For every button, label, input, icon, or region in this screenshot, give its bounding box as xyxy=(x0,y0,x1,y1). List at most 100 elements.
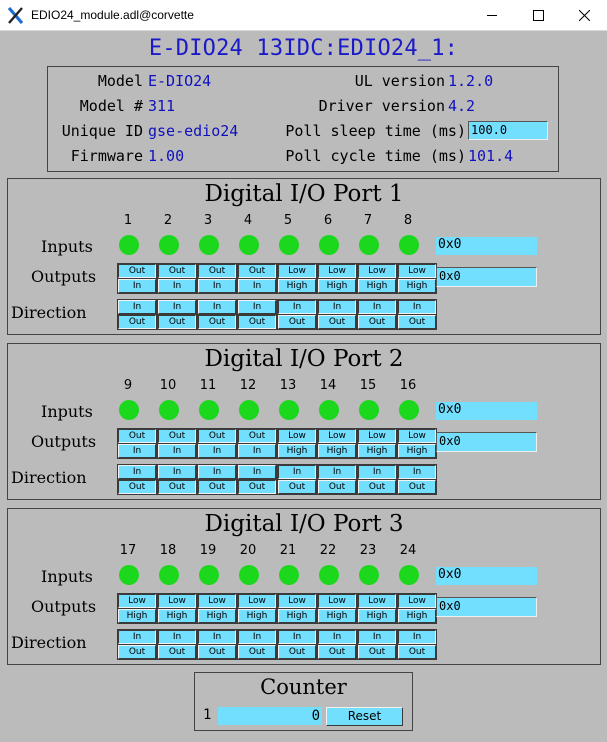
direction-option-button[interactable]: In xyxy=(118,465,156,479)
output-option-button[interactable]: Low xyxy=(278,594,316,608)
output-option-button[interactable]: High xyxy=(278,609,316,623)
output-option-button[interactable]: Low xyxy=(398,594,436,608)
output-option-button[interactable]: High xyxy=(358,609,396,623)
output-option-button[interactable]: High xyxy=(118,609,156,623)
direction-option-button[interactable]: Out xyxy=(158,645,196,659)
output-option-button[interactable]: High xyxy=(358,444,396,458)
output-option-button[interactable]: Low xyxy=(278,264,316,278)
direction-option-button[interactable]: Out xyxy=(238,645,276,659)
direction-option-button[interactable]: Out xyxy=(118,480,156,494)
direction-option-button[interactable]: In xyxy=(238,630,276,644)
output-option-button[interactable]: Out xyxy=(198,429,236,443)
output-option-button[interactable]: Out xyxy=(158,429,196,443)
direction-option-button[interactable]: Out xyxy=(198,480,236,494)
output-option-button[interactable]: In xyxy=(198,444,236,458)
direction-option-button[interactable]: In xyxy=(358,300,396,314)
output-option-button[interactable]: High xyxy=(278,444,316,458)
output-option-button[interactable]: Low xyxy=(198,594,236,608)
output-option-button[interactable]: High xyxy=(318,609,356,623)
direction-option-button[interactable]: Out xyxy=(198,315,236,329)
output-option-button[interactable]: Out xyxy=(118,429,156,443)
output-option-button[interactable]: High xyxy=(398,279,436,293)
direction-option-button[interactable]: Out xyxy=(278,480,316,494)
direction-option-button[interactable]: In xyxy=(398,300,436,314)
output-option-button[interactable]: High xyxy=(358,279,396,293)
direction-option-button[interactable]: In xyxy=(398,465,436,479)
maximize-button[interactable] xyxy=(515,0,561,31)
direction-option-button[interactable]: In xyxy=(318,630,356,644)
output-option-button[interactable]: In xyxy=(198,279,236,293)
direction-option-button[interactable]: Out xyxy=(398,315,436,329)
direction-option-button[interactable]: Out xyxy=(118,645,156,659)
direction-option-button[interactable]: Out xyxy=(158,315,196,329)
direction-option-button[interactable]: In xyxy=(158,630,196,644)
direction-option-button[interactable]: Out xyxy=(318,645,356,659)
outputs-hex-input[interactable]: 0x0 xyxy=(436,432,537,452)
poll-sleep-input[interactable]: 100.0 xyxy=(468,121,548,140)
output-option-button[interactable]: High xyxy=(198,609,236,623)
direction-option-button[interactable]: Out xyxy=(318,480,356,494)
close-button[interactable] xyxy=(561,0,607,31)
direction-option-button[interactable]: In xyxy=(398,630,436,644)
output-option-button[interactable]: Out xyxy=(158,264,196,278)
output-option-button[interactable]: High xyxy=(278,279,316,293)
direction-option-button[interactable]: In xyxy=(278,300,316,314)
direction-option-button[interactable]: Out xyxy=(278,645,316,659)
output-option-button[interactable]: Out xyxy=(198,264,236,278)
direction-option-button[interactable]: In xyxy=(238,465,276,479)
output-option-button[interactable]: High xyxy=(398,609,436,623)
direction-option-button[interactable]: In xyxy=(198,465,236,479)
outputs-hex-input[interactable]: 0x0 xyxy=(436,597,537,617)
output-option-button[interactable]: In xyxy=(118,444,156,458)
output-option-button[interactable]: High xyxy=(398,444,436,458)
output-option-button[interactable]: High xyxy=(318,444,356,458)
output-option-button[interactable]: In xyxy=(238,444,276,458)
output-option-button[interactable]: Low xyxy=(358,429,396,443)
output-option-button[interactable]: Out xyxy=(238,429,276,443)
output-option-button[interactable]: Low xyxy=(398,429,436,443)
direction-option-button[interactable]: In xyxy=(278,630,316,644)
direction-option-button[interactable]: In xyxy=(318,300,356,314)
direction-option-button[interactable]: In xyxy=(358,630,396,644)
output-option-button[interactable]: Low xyxy=(118,594,156,608)
output-option-button[interactable]: High xyxy=(318,279,356,293)
output-option-button[interactable]: Low xyxy=(358,264,396,278)
direction-option-button[interactable]: Out xyxy=(118,315,156,329)
direction-option-button[interactable]: In xyxy=(238,300,276,314)
direction-option-button[interactable]: In xyxy=(118,630,156,644)
output-option-button[interactable]: In xyxy=(158,279,196,293)
direction-option-button[interactable]: Out xyxy=(198,645,236,659)
direction-option-button[interactable]: Out xyxy=(358,315,396,329)
direction-option-button[interactable]: Out xyxy=(358,645,396,659)
direction-option-button[interactable]: In xyxy=(278,465,316,479)
direction-option-button[interactable]: Out xyxy=(238,315,276,329)
direction-option-button[interactable]: In xyxy=(198,300,236,314)
output-option-button[interactable]: High xyxy=(238,609,276,623)
output-option-button[interactable]: Low xyxy=(238,594,276,608)
direction-option-button[interactable]: In xyxy=(158,300,196,314)
counter-reset-button[interactable]: Reset xyxy=(326,707,403,726)
minimize-button[interactable] xyxy=(469,0,515,31)
direction-option-button[interactable]: In xyxy=(198,630,236,644)
output-option-button[interactable]: Low xyxy=(278,429,316,443)
output-option-button[interactable]: Low xyxy=(158,594,196,608)
direction-option-button[interactable]: Out xyxy=(358,480,396,494)
output-option-button[interactable]: In xyxy=(158,444,196,458)
output-option-button[interactable]: Low xyxy=(318,594,356,608)
output-option-button[interactable]: Out xyxy=(118,264,156,278)
direction-option-button[interactable]: Out xyxy=(398,480,436,494)
output-option-button[interactable]: Out xyxy=(238,264,276,278)
output-option-button[interactable]: In xyxy=(238,279,276,293)
direction-option-button[interactable]: Out xyxy=(158,480,196,494)
output-option-button[interactable]: High xyxy=(158,609,196,623)
outputs-hex-input[interactable]: 0x0 xyxy=(436,267,537,287)
output-option-button[interactable]: Low xyxy=(398,264,436,278)
direction-option-button[interactable]: Out xyxy=(238,480,276,494)
direction-option-button[interactable]: In xyxy=(158,465,196,479)
direction-option-button[interactable]: Out xyxy=(318,315,356,329)
output-option-button[interactable]: Low xyxy=(358,594,396,608)
direction-option-button[interactable]: Out xyxy=(398,645,436,659)
output-option-button[interactable]: Low xyxy=(318,264,356,278)
direction-option-button[interactable]: In xyxy=(358,465,396,479)
output-option-button[interactable]: In xyxy=(118,279,156,293)
